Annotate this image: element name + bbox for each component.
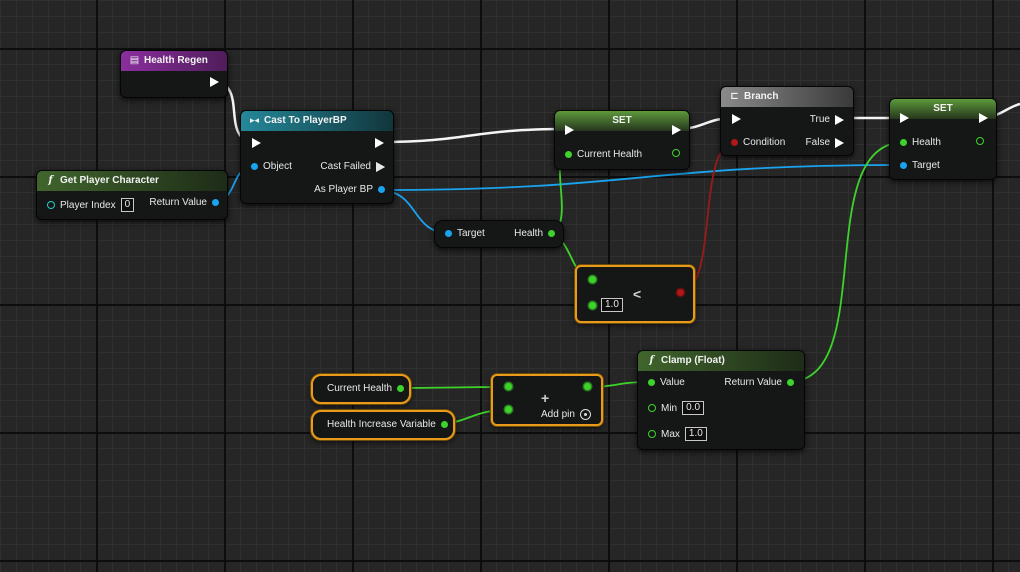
- branch-header[interactable]: ⊏ Branch: [721, 87, 853, 107]
- get-player-character-node[interactable]: f Get Player Character Player Index 0 Ret…: [36, 170, 228, 220]
- set1-exec-in-pin[interactable]: [565, 125, 574, 135]
- add-pin-icon[interactable]: [579, 409, 591, 420]
- add-pin-label: Add pin: [541, 409, 575, 420]
- player-index-pin[interactable]: [47, 201, 55, 209]
- add-b-pin[interactable]: [505, 406, 512, 413]
- get-health-target-pin[interactable]: [445, 230, 452, 237]
- branch-title: Branch: [744, 91, 779, 102]
- set2-title: SET: [933, 103, 953, 114]
- get-health-target-label: Target: [457, 228, 485, 239]
- set-health-node[interactable]: SET Health Target: [889, 98, 997, 180]
- set2-out-pin[interactable]: [976, 137, 984, 145]
- as-player-bp-label: As Player BP: [314, 184, 373, 195]
- cast-object-pin[interactable]: [251, 163, 258, 170]
- current-health-var-pin[interactable]: [397, 385, 405, 392]
- set1-exec-out-pin[interactable]: [672, 125, 681, 135]
- clamp-min-input[interactable]: 0.0: [682, 401, 705, 415]
- function-icon: f: [48, 175, 53, 186]
- cast-exec-in-pin[interactable]: [252, 138, 261, 148]
- player-index-label: Player Index: [60, 199, 116, 211]
- get-player-header[interactable]: f Get Player Character: [37, 171, 227, 191]
- current-health-variable-node[interactable]: Current Health: [311, 374, 411, 404]
- add-operator: +: [541, 390, 550, 406]
- add-node[interactable]: + Add pin: [491, 374, 603, 426]
- cast-title: Cast To PlayerBP: [264, 115, 347, 126]
- add-out-pin[interactable]: [584, 383, 591, 390]
- event-node-header[interactable]: ▤ Health Regen: [121, 51, 227, 71]
- cast-failed-label: Cast Failed: [320, 161, 371, 172]
- set1-current-health-label: Current Health: [577, 149, 643, 160]
- cast-to-playerbp-node[interactable]: ▸◂ Cast To PlayerBP Object Cast Failed As…: [240, 110, 394, 204]
- event-node-health-regen[interactable]: ▤ Health Regen: [120, 50, 228, 98]
- float-wire-clamp-to-set: [787, 141, 906, 383]
- as-player-bp-pin[interactable]: [378, 186, 385, 193]
- cast-exec-out-pin[interactable]: [375, 138, 384, 148]
- clamp-value-label: Value: [660, 377, 685, 388]
- branch-condition-label: Condition: [743, 137, 786, 148]
- cast-header[interactable]: ▸◂ Cast To PlayerBP: [241, 111, 393, 131]
- less-operator: <: [633, 286, 642, 302]
- health-increase-var-label: Health Increase Variable: [327, 419, 436, 430]
- set1-header[interactable]: SET: [555, 111, 689, 131]
- set2-exec-in-pin[interactable]: [900, 113, 909, 123]
- cast-object-label: Object: [263, 161, 292, 172]
- set1-title: SET: [612, 115, 632, 126]
- set1-current-health-pin[interactable]: [565, 151, 572, 158]
- event-node-title: Health Regen: [144, 55, 208, 66]
- event-icon: ▤: [129, 55, 140, 66]
- health-increase-variable-node[interactable]: Health Increase Variable: [311, 410, 455, 440]
- function-icon: f: [649, 355, 654, 366]
- get-health-node[interactable]: Target Health: [434, 220, 564, 248]
- set2-health-label: Health: [912, 137, 941, 148]
- set-current-health-node[interactable]: SET Current Health: [554, 110, 690, 170]
- get-health-out-pin[interactable]: [548, 230, 555, 237]
- return-value-label: Return Value: [149, 197, 207, 208]
- branch-exec-in-pin[interactable]: [732, 114, 741, 124]
- less-b-pin[interactable]: [589, 301, 596, 309]
- clamp-header[interactable]: f Clamp (Float): [638, 351, 804, 371]
- set1-out-pin[interactable]: [672, 149, 680, 157]
- clamp-max-input[interactable]: 1.0: [684, 427, 707, 441]
- set2-exec-out-pin[interactable]: [979, 113, 988, 123]
- health-increase-var-pin[interactable]: [440, 421, 448, 428]
- branch-true-label: True: [809, 114, 830, 125]
- clamp-return-label: Return Value: [724, 377, 782, 388]
- set2-target-pin[interactable]: [900, 162, 907, 169]
- cast-icon: ▸◂: [249, 116, 260, 126]
- branch-false-pin[interactable]: [835, 137, 844, 148]
- clamp-max-pin[interactable]: [648, 430, 656, 438]
- clamp-value-pin[interactable]: [648, 379, 655, 386]
- add-pin-button[interactable]: Add pin: [541, 409, 591, 420]
- add-a-pin[interactable]: [505, 383, 512, 390]
- less-a-pin[interactable]: [589, 276, 596, 283]
- exec-wire-cast-to-set: [379, 127, 567, 144]
- less-out-pin[interactable]: [677, 289, 684, 296]
- branch-node[interactable]: ⊏ Branch True Condition False: [720, 86, 854, 156]
- set2-target-label: Target: [912, 160, 940, 171]
- cast-failed-pin[interactable]: [376, 161, 385, 172]
- branch-true-pin[interactable]: [835, 114, 844, 125]
- clamp-title: Clamp (Float): [661, 355, 725, 366]
- get-health-label: Health: [514, 228, 543, 239]
- clamp-max-label: Max: [661, 428, 680, 440]
- set2-health-pin[interactable]: [900, 139, 907, 146]
- exec-out-pin[interactable]: [210, 77, 219, 87]
- get-player-title: Get Player Character: [60, 175, 159, 186]
- current-health-var-label: Current Health: [327, 383, 393, 394]
- branch-condition-pin[interactable]: [731, 139, 738, 146]
- clamp-return-pin[interactable]: [787, 379, 794, 386]
- clamp-float-node[interactable]: f Clamp (Float) Value Return Value Min 0.…: [637, 350, 805, 450]
- clamp-min-pin[interactable]: [648, 404, 656, 412]
- less-than-node[interactable]: 1.0 <: [575, 265, 695, 323]
- branch-icon: ⊏: [730, 91, 739, 102]
- player-index-input[interactable]: 0: [120, 198, 135, 212]
- clamp-min-label: Min: [661, 402, 678, 414]
- branch-false-label: False: [805, 137, 830, 148]
- less-b-input[interactable]: 1.0: [601, 298, 623, 312]
- return-value-pin[interactable]: [212, 199, 219, 206]
